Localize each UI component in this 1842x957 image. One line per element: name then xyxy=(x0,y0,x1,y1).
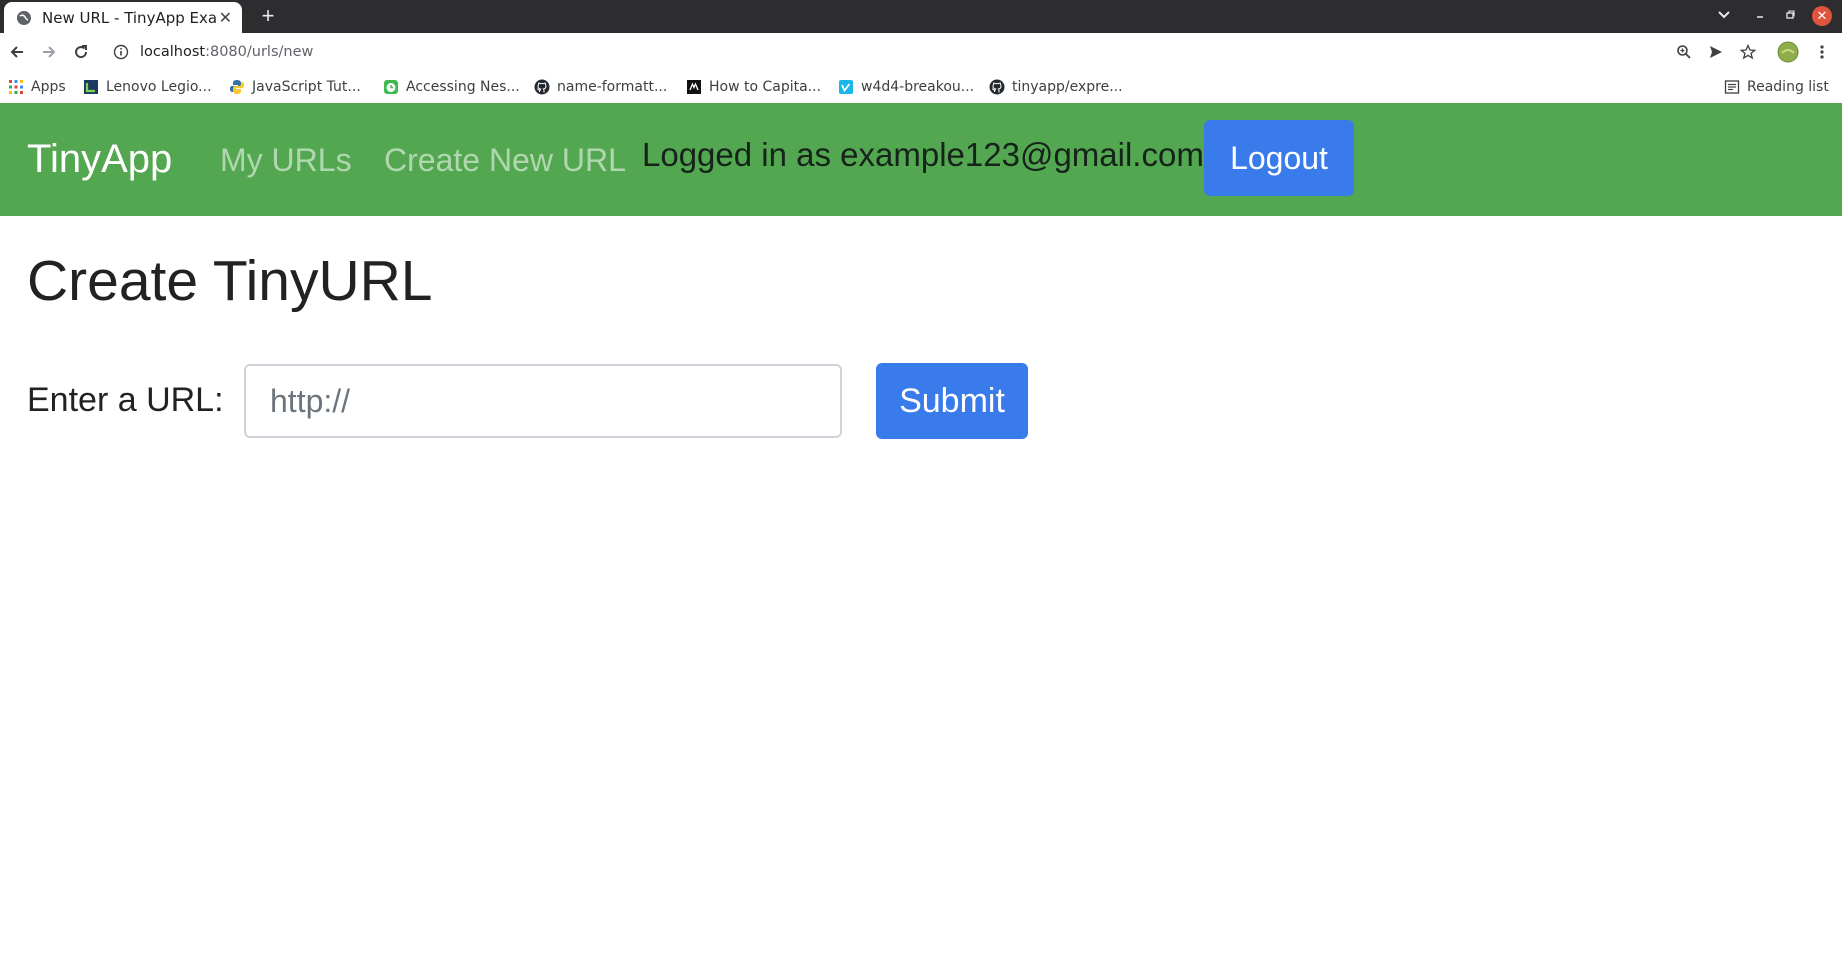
bookmark-label: JavaScript Tut... xyxy=(252,79,361,95)
brand-link[interactable]: TinyApp xyxy=(27,137,172,182)
bookmark-label: w4d4-breakou... xyxy=(861,79,975,95)
window-close-icon[interactable]: ✕ xyxy=(1812,6,1832,26)
bookmark-apps[interactable]: Apps xyxy=(8,77,66,97)
bookmark-label: Accessing Nes... xyxy=(406,79,520,95)
zoom-icon[interactable] xyxy=(1672,40,1696,64)
tab-search-chevron-icon[interactable] xyxy=(1714,6,1734,26)
info-icon[interactable] xyxy=(112,43,130,61)
vimeo-icon xyxy=(838,79,854,95)
tab-title: New URL - TinyApp Example xyxy=(42,8,216,27)
send-icon[interactable] xyxy=(1704,40,1728,64)
bookmark-lenovo[interactable]: Lenovo Legio... xyxy=(83,77,212,97)
browser-tab-active[interactable]: New URL - TinyApp Example ✕ xyxy=(4,2,242,33)
bookmark-javascript[interactable]: JavaScript Tut... xyxy=(229,77,361,97)
page-title: Create TinyURL xyxy=(27,249,433,313)
reload-icon[interactable] xyxy=(69,40,93,64)
apps-grid-icon xyxy=(8,79,24,95)
logout-button[interactable]: Logout xyxy=(1204,120,1354,196)
bookmark-label: Apps xyxy=(31,79,66,95)
logged-in-text: Logged in as example123@gmail.com! xyxy=(642,136,1213,173)
minimize-icon[interactable] xyxy=(1750,6,1770,26)
bookmark-label: name-formatt... xyxy=(557,79,668,95)
browser-menu-icon[interactable] xyxy=(1810,40,1834,64)
github-icon xyxy=(989,79,1005,95)
bookmark-name-formatter[interactable]: name-formatt... xyxy=(534,77,667,97)
globe-icon xyxy=(16,10,32,26)
url-path: :8080/urls/new xyxy=(205,44,314,60)
reading-list-label: Reading list xyxy=(1747,79,1829,95)
bookmarks-divider xyxy=(1710,71,1711,103)
back-arrow-icon[interactable] xyxy=(5,40,29,64)
bookmark-star-icon[interactable] xyxy=(1736,40,1760,64)
submit-button[interactable]: Submit xyxy=(876,363,1028,439)
nav-my-urls[interactable]: My URLs xyxy=(220,142,352,179)
restore-icon[interactable] xyxy=(1780,6,1800,26)
bookmark-how-to-capitalize[interactable]: How to Capita... xyxy=(686,77,821,97)
address-bar[interactable]: localhost:8080/urls/new xyxy=(104,37,1812,67)
bookmark-w4d4[interactable]: w4d4-breakou... xyxy=(838,77,974,97)
bookmark-label: Lenovo Legio... xyxy=(106,79,212,95)
browser-titlebar: New URL - TinyApp Example ✕ + ✕ xyxy=(0,0,1842,33)
new-tab-icon[interactable]: + xyxy=(256,4,280,28)
long-url-input[interactable] xyxy=(244,364,842,438)
clock-icon xyxy=(383,79,399,95)
profile-avatar[interactable] xyxy=(1776,40,1800,64)
bookmark-tinyapp[interactable]: tinyapp/expre... xyxy=(989,77,1123,97)
bookmarks-bar: Apps Lenovo Legio... JavaScript Tut... A… xyxy=(0,71,1842,104)
forward-arrow-icon[interactable] xyxy=(37,40,61,64)
address-url: localhost:8080/urls/new xyxy=(140,44,313,60)
python-icon xyxy=(229,79,245,95)
reading-list-button[interactable]: Reading list xyxy=(1724,77,1829,97)
browser-toolbar: localhost:8080/urls/new xyxy=(0,33,1842,71)
github-icon xyxy=(534,79,550,95)
reading-list-icon xyxy=(1724,79,1740,95)
url-field-label: Enter a URL: xyxy=(27,381,224,419)
bookmark-label: How to Capita... xyxy=(709,79,822,95)
lenovo-icon xyxy=(83,79,99,95)
tab-close-icon[interactable]: ✕ xyxy=(219,8,232,28)
nav-create-new-url[interactable]: Create New URL xyxy=(384,142,626,179)
bookmark-label: tinyapp/expre... xyxy=(1012,79,1123,95)
site-icon xyxy=(686,79,702,95)
url-host: localhost xyxy=(140,44,206,60)
app-navbar: TinyApp My URLs Create New URL Logged in… xyxy=(0,103,1842,216)
bookmark-accessing[interactable]: Accessing Nes... xyxy=(383,77,520,97)
